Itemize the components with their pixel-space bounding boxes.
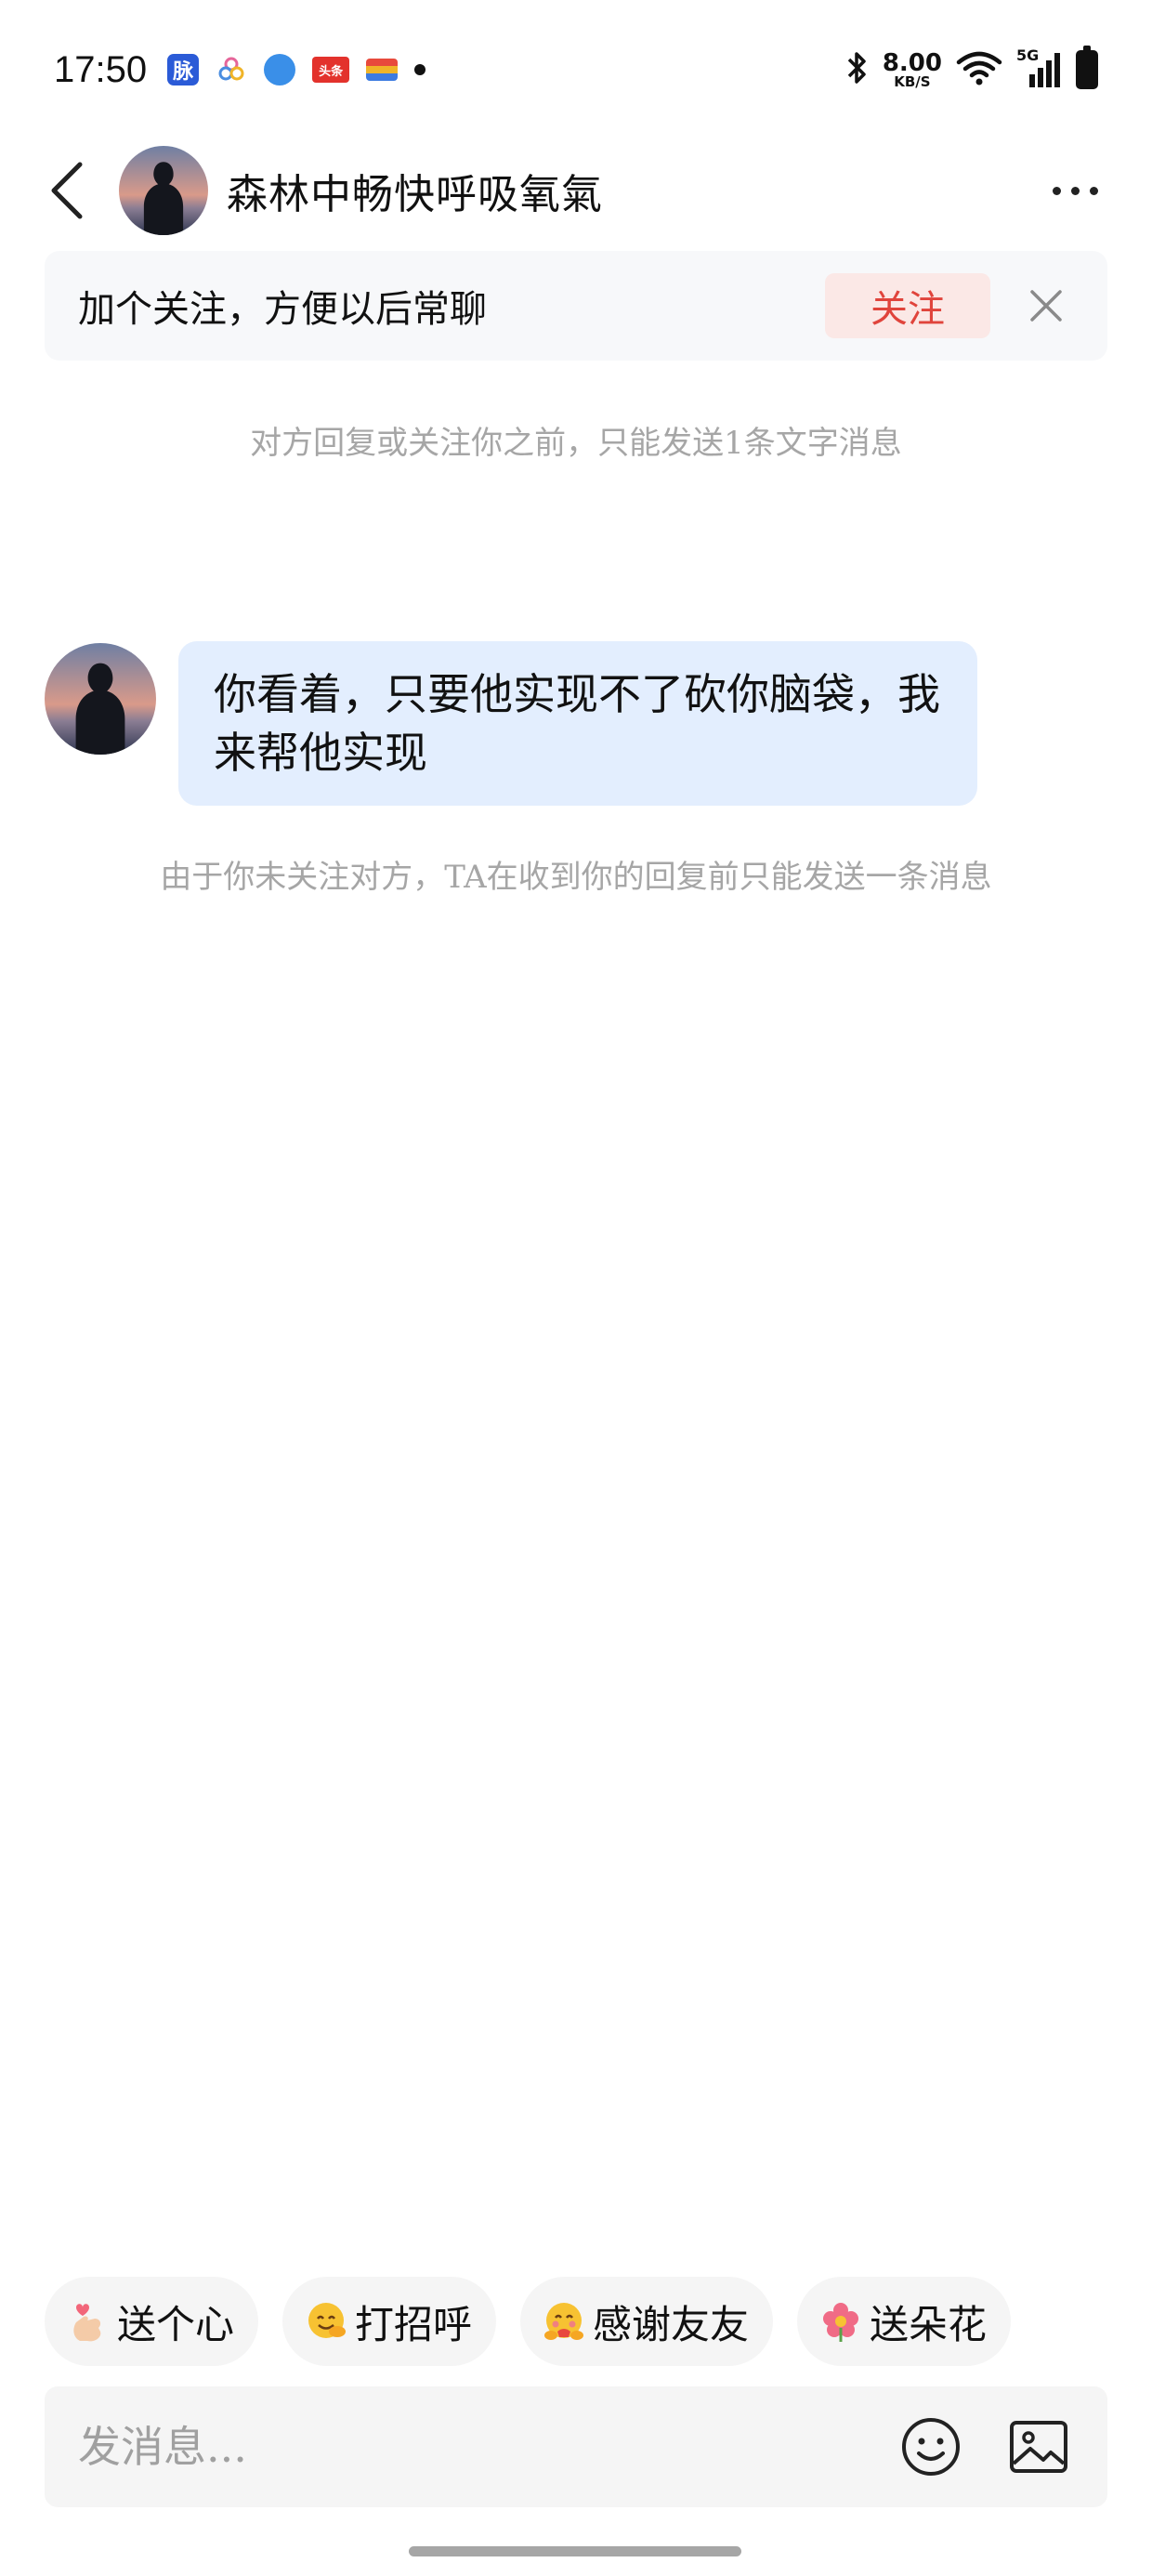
network-speed: 8.00 KB/S: [883, 51, 942, 89]
chat-title: 森林中畅快呼吸氧氣: [227, 171, 603, 218]
quick-reply-send-heart[interactable]: 送个心: [45, 2277, 259, 2366]
mai-icon: 脉: [167, 54, 200, 85]
image-button[interactable]: [1003, 2412, 1074, 2482]
wifi-icon: [955, 49, 1003, 90]
finger-heart-emoji: [65, 2298, 111, 2345]
bluetooth-icon: [845, 49, 870, 90]
net-speed-unit: KB/S: [894, 72, 931, 90]
image-icon: [1010, 2421, 1067, 2473]
message-input-bar: [45, 2386, 1107, 2507]
message-row: 你看着，只要他实现不了砍你脑袋，我来帮他实现: [45, 641, 977, 807]
chat-page: 17:50 脉 头条 8.00 KB/S 5G 森林中畅快呼吸氧氣 加个关注，方…: [0, 0, 1152, 2576]
follow-banner: 加个关注，方便以后常聊 关注: [45, 251, 1107, 361]
emoji-button[interactable]: [896, 2412, 966, 2482]
quick-reply-thanks[interactable]: 感谢友友: [520, 2277, 774, 2366]
network-type-label: 5G: [1016, 46, 1040, 64]
message-bubble[interactable]: 你看着，只要他实现不了砍你脑袋，我来帮他实现: [178, 641, 977, 807]
smiley-icon: [902, 2418, 960, 2476]
quick-reply-label: 送朵花: [870, 2301, 988, 2347]
status-right: 8.00 KB/S 5G: [845, 46, 1098, 90]
battery-icon: [1076, 46, 1098, 89]
quick-reply-label: 送个心: [117, 2301, 235, 2347]
quick-reply-label: 感谢友友: [593, 2301, 750, 2347]
smiling-hug-emoji: [303, 2298, 349, 2345]
chat-header: 森林中畅快呼吸氧氣: [0, 139, 1152, 242]
close-banner-button[interactable]: [1018, 278, 1074, 334]
message-input[interactable]: [78, 2422, 896, 2472]
more-dots-icon: [1053, 186, 1061, 195]
quick-reply-greet[interactable]: 打招呼: [282, 2277, 497, 2366]
reply-limit-notice: 由于你未关注对方，TA在收到你的回复前只能发送一条消息: [160, 859, 992, 896]
send-limit-notice: 对方回复或关注你之前，只能发送1条文字消息: [250, 425, 902, 462]
status-time: 17:50: [54, 48, 148, 90]
flower-emoji: [818, 2298, 864, 2345]
more-button[interactable]: [1041, 168, 1109, 214]
contact-avatar[interactable]: [119, 146, 208, 235]
quick-reply-label: 打招呼: [355, 2301, 473, 2347]
quick-reply-send-flower[interactable]: 送朵花: [797, 2277, 1012, 2366]
sender-avatar[interactable]: [45, 643, 156, 755]
home-indicator[interactable]: [409, 2546, 741, 2556]
wallet-card-icon: [366, 59, 399, 81]
status-bar: 17:50 脉 头条 8.00 KB/S 5G: [0, 0, 1152, 139]
leaf-app-icon: [264, 54, 296, 85]
notification-icons: 脉 头条: [167, 54, 426, 85]
follow-button[interactable]: 关注: [825, 273, 990, 338]
chevron-left-icon: [51, 162, 83, 219]
follow-banner-text: 加个关注，方便以后常聊: [78, 288, 487, 331]
quick-replies: 送个心 打招呼 感谢友友 送朵花: [45, 2277, 1012, 2366]
back-button[interactable]: [43, 158, 91, 223]
net-speed-value: 8.00: [882, 48, 942, 77]
cellular-signal-icon: 5G: [1016, 46, 1063, 89]
hugging-face-emoji: [541, 2298, 587, 2345]
more-notifications-dot: [414, 64, 426, 75]
toutiao-icon: 头条: [312, 57, 350, 83]
flower-app-icon: [216, 54, 247, 85]
close-icon: [1030, 290, 1062, 322]
